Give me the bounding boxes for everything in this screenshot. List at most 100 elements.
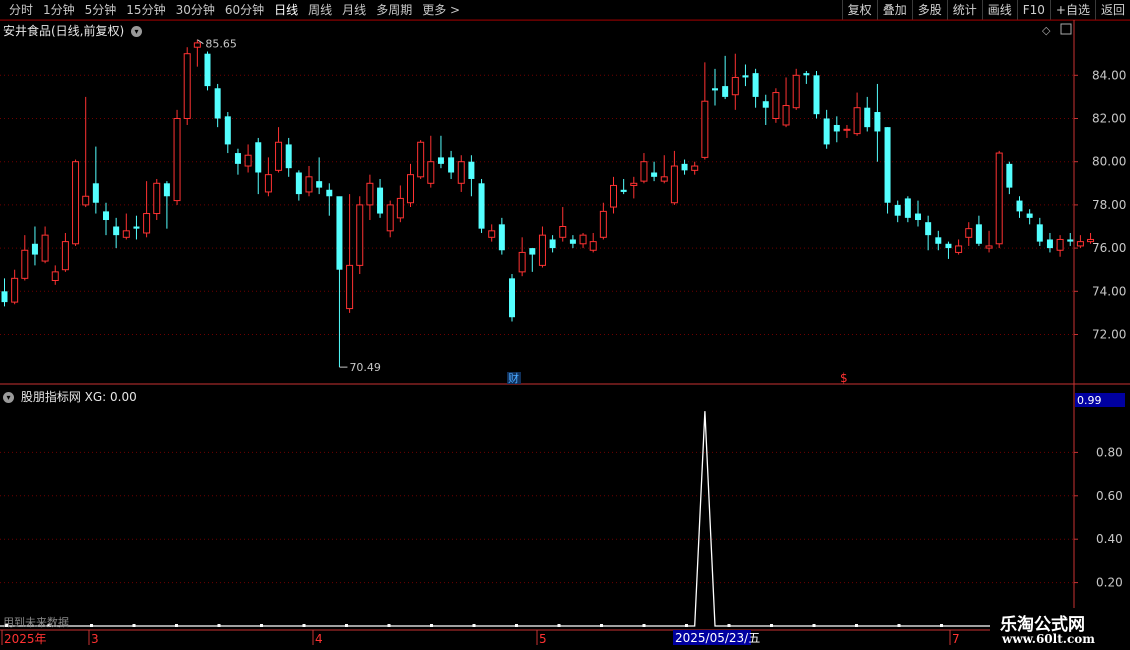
- y-tick-label: 74.00: [1092, 284, 1126, 298]
- candle-body: [803, 73, 810, 76]
- diamond-icon: ◇: [1042, 24, 1051, 37]
- candle-body: [965, 228, 973, 238]
- baseline-dot: [642, 624, 646, 627]
- candle-body: [1, 291, 8, 303]
- layout-icon: [1060, 23, 1072, 35]
- candle-body: [193, 42, 201, 48]
- candle-body: [731, 76, 739, 96]
- candle-body: [752, 73, 759, 97]
- candle-body: [864, 107, 871, 128]
- candle-body: [823, 118, 830, 145]
- candle-body: [234, 153, 241, 164]
- candle-body: [894, 204, 901, 216]
- high-label: 85.65: [205, 38, 237, 51]
- candle-body: [1036, 224, 1043, 242]
- candle-body: [285, 144, 292, 169]
- candle-body: [143, 213, 151, 234]
- candle-body: [336, 196, 343, 270]
- candle-body: [346, 264, 354, 310]
- candle-body: [163, 183, 170, 197]
- baseline-dot: [132, 624, 136, 627]
- candle-body: [377, 187, 384, 214]
- candle-body: [853, 107, 861, 135]
- candle-body: [396, 197, 404, 219]
- dividend-marker: $: [840, 371, 848, 385]
- candle-body: [610, 184, 617, 208]
- baseline-dot: [387, 624, 391, 627]
- candle-body: [244, 154, 252, 167]
- candle-body: [41, 234, 49, 262]
- candle-body: [305, 176, 313, 193]
- indicator-y-tick: 0.40: [1096, 532, 1123, 546]
- candle-body: [955, 245, 963, 253]
- date-label: 4: [315, 632, 323, 646]
- candle-body: [21, 249, 29, 279]
- candle-body: [1006, 163, 1013, 188]
- candle-body: [874, 112, 881, 132]
- candle-body: [782, 105, 790, 126]
- candle-body: [813, 75, 820, 115]
- candle-body: [579, 234, 587, 245]
- candle-body: [1076, 241, 1084, 247]
- candle-body: [915, 213, 921, 221]
- baseline-dot: [770, 624, 773, 627]
- candle-body: [599, 210, 607, 238]
- candle-body: [488, 230, 496, 238]
- candle-body: [995, 152, 1003, 245]
- candle-body: [518, 251, 526, 273]
- price-chart[interactable]: 84.00 82.00 80.00 78.00 76.00 74.00 72.00 ◇ 85.6…: [0, 0, 1130, 650]
- baseline-dot: [260, 624, 263, 627]
- candle-body: [509, 278, 515, 318]
- candle-body: [1016, 200, 1023, 212]
- future-data-note: 用到未来数据: [3, 616, 69, 629]
- candle-body: [295, 172, 302, 195]
- candle-body: [538, 234, 546, 266]
- candle-body: [722, 86, 729, 97]
- candle-body: [448, 157, 455, 173]
- candle-body: [386, 204, 394, 232]
- indicator-y-tick: 0.80: [1096, 445, 1123, 459]
- baseline-dot: [430, 624, 433, 627]
- candle-body: [833, 124, 840, 132]
- finance-marker: 财: [508, 371, 519, 385]
- baseline-dot: [812, 624, 816, 627]
- candle-body: [1067, 239, 1074, 242]
- candle-body: [975, 224, 982, 244]
- baseline-dot: [940, 624, 943, 627]
- candle-body: [255, 142, 262, 173]
- candle-body: [1087, 238, 1095, 243]
- candle-body: [224, 116, 231, 145]
- baseline-dot: [175, 624, 178, 627]
- candle-body: [630, 182, 638, 186]
- candle-body: [427, 161, 435, 184]
- candle-body: [113, 226, 120, 236]
- date-label: 2025年: [4, 632, 47, 646]
- candle-body: [417, 141, 425, 178]
- candle-body: [701, 100, 709, 158]
- candle-body: [935, 237, 942, 244]
- candle-body: [904, 198, 911, 218]
- candle-body: [742, 75, 749, 78]
- candle-body: [772, 92, 780, 120]
- candle-body: [925, 222, 932, 236]
- candle-body: [51, 271, 59, 281]
- baseline-dot: [345, 624, 348, 627]
- low-label: 70.49: [349, 361, 381, 374]
- candle-body: [183, 53, 191, 120]
- candle-body: [264, 174, 272, 193]
- y-tick-label: 84.00: [1092, 68, 1126, 82]
- baseline-dot: [472, 624, 476, 627]
- candle-body: [92, 183, 99, 203]
- candle-body: [529, 248, 536, 255]
- candle-body: [468, 161, 475, 179]
- candle-body: [122, 230, 130, 238]
- candle-body: [660, 176, 668, 182]
- y-tick-label: 82.00: [1092, 112, 1126, 126]
- candle-body: [670, 165, 678, 204]
- candle-body: [326, 189, 333, 197]
- candle-body: [153, 182, 161, 215]
- candle-body: [204, 53, 211, 87]
- candle-body: [691, 165, 699, 171]
- date-label: 3: [91, 632, 99, 646]
- baseline-dot: [217, 624, 221, 627]
